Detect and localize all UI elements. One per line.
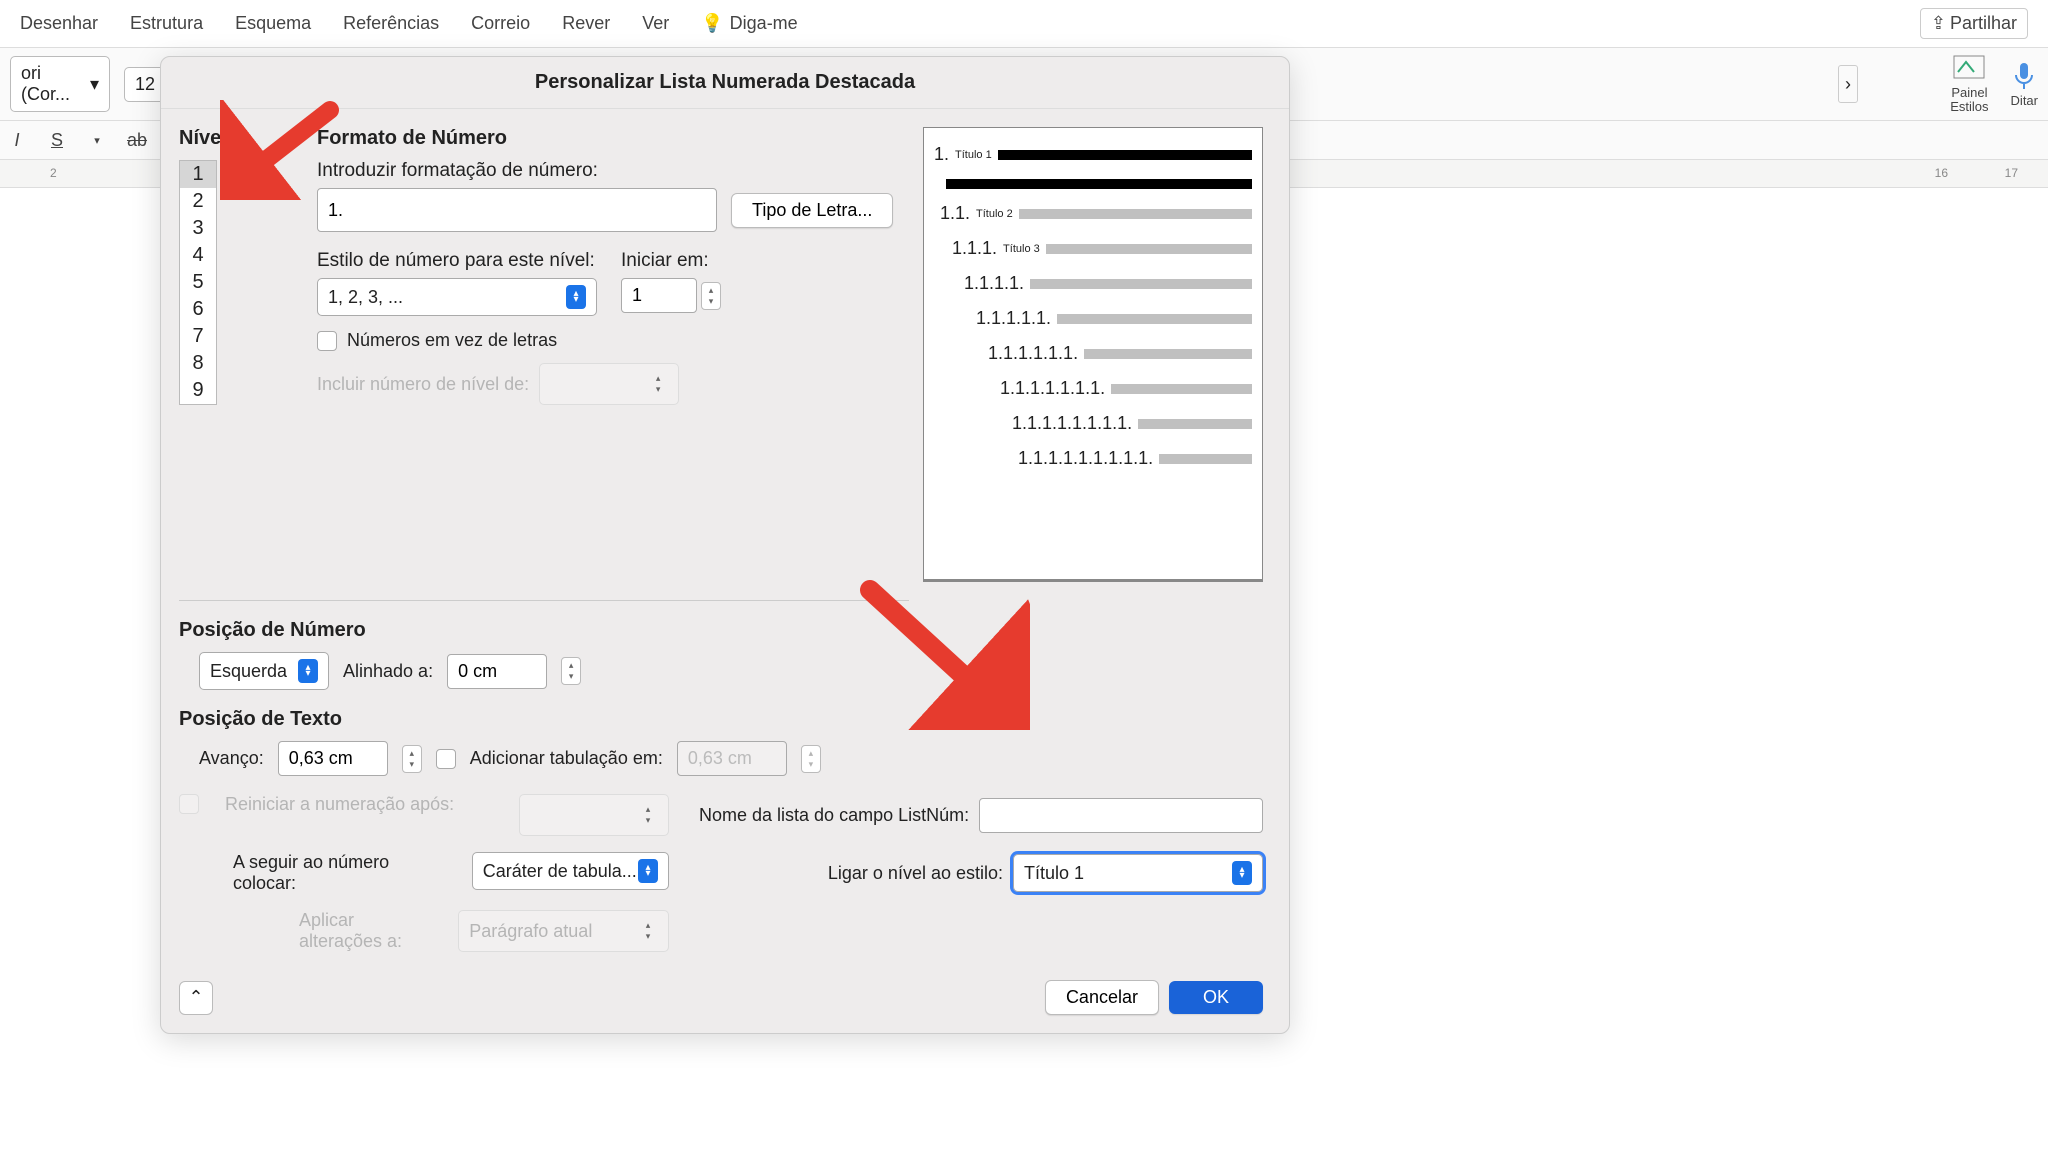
dialog-title: Personalizar Lista Numerada Destacada <box>161 57 1289 109</box>
aligned-at-label: Alinhado a: <box>343 661 433 682</box>
link-style-select[interactable]: Título 1 ▴▾ <box>1013 854 1263 892</box>
select-arrows-icon: ▴▾ <box>648 370 668 398</box>
style-label: Estilo de número para este nível: <box>317 250 597 272</box>
underline-button[interactable]: S <box>44 127 70 153</box>
stepper-arrows-icon: ▴▾ <box>801 745 821 773</box>
tab-at-input <box>677 741 787 776</box>
chevron-down-icon: ▾ <box>90 74 99 95</box>
restart-label: Reiniciar a numeração após: <box>225 794 454 815</box>
italic-button[interactable]: I <box>4 127 30 153</box>
menu-estrutura[interactable]: Estrutura <box>130 13 203 34</box>
alignment-select[interactable]: Esquerda ▴▾ <box>199 652 329 690</box>
include-level-label: Incluir número de nível de: <box>317 374 529 395</box>
indent-label: Avanço: <box>199 748 264 769</box>
restart-checkbox <box>179 794 199 814</box>
add-tab-label: Adicionar tabulação em: <box>470 748 663 769</box>
numbers-letters-checkbox[interactable] <box>317 331 337 351</box>
list-name-label: Nome da lista do campo ListNúm: <box>699 805 969 826</box>
level-heading: Nível <box>179 127 299 150</box>
ruler-tick: 17 <box>2005 166 2018 180</box>
start-label: Iniciar em: <box>621 250 721 272</box>
level-item-8[interactable]: 8 <box>180 350 216 377</box>
share-icon: ⇪ <box>1931 13 1946 34</box>
tell-me[interactable]: 💡 Diga-me <box>701 13 797 34</box>
select-arrows-icon: ▴▾ <box>566 285 586 309</box>
stepper-arrows-icon[interactable]: ▴▾ <box>402 745 422 773</box>
customize-list-dialog: Personalizar Lista Numerada Destacada Ní… <box>160 56 1290 1034</box>
menu-rever[interactable]: Rever <box>562 13 610 34</box>
number-style-select[interactable]: 1, 2, 3, ... ▴▾ <box>317 278 597 316</box>
number-position-heading: Posição de Número <box>179 619 1263 642</box>
menu-bar: Desenhar Estrutura Esquema Referências C… <box>0 0 2048 48</box>
menu-referencias[interactable]: Referências <box>343 13 439 34</box>
cancel-button[interactable]: Cancelar <box>1045 980 1159 1015</box>
lightbulb-icon: 💡 <box>701 13 723 34</box>
aligned-at-input[interactable] <box>447 654 547 689</box>
select-arrows-icon: ▴▾ <box>638 917 658 945</box>
menu-esquema[interactable]: Esquema <box>235 13 311 34</box>
apply-select: Parágrafo atual ▴▾ <box>458 910 669 952</box>
select-arrows-icon: ▴▾ <box>638 801 658 829</box>
add-tab-checkbox[interactable] <box>436 749 456 769</box>
ruler-tick: 2 <box>50 166 57 180</box>
apply-label: Aplicar alterações a: <box>299 910 440 952</box>
start-at-input[interactable] <box>621 278 697 313</box>
styles-icon <box>1952 54 1986 84</box>
font-dropdown[interactable]: ori (Cor...▾ <box>10 56 110 112</box>
level-item-1[interactable]: 1 <box>180 161 216 188</box>
menu-correio[interactable]: Correio <box>471 13 530 34</box>
text-position-heading: Posição de Texto <box>179 708 1263 731</box>
dictate-button[interactable]: Ditar <box>2011 61 2038 108</box>
font-button[interactable]: Tipo de Letra... <box>731 193 893 228</box>
level-item-7[interactable]: 7 <box>180 323 216 350</box>
include-level-select: ▴▾ <box>539 363 679 405</box>
level-item-3[interactable]: 3 <box>180 215 216 242</box>
number-format-input[interactable] <box>317 188 717 232</box>
format-heading: Formato de Número <box>317 127 905 150</box>
ok-button[interactable]: OK <box>1169 981 1263 1014</box>
level-item-9[interactable]: 9 <box>180 377 216 404</box>
stepper-arrows-icon[interactable]: ▴▾ <box>701 282 721 310</box>
collapse-button[interactable]: ⌃ <box>179 981 213 1015</box>
link-style-label: Ligar o nível ao estilo: <box>828 863 1003 884</box>
stepper-arrows-icon[interactable]: ▴▾ <box>561 657 581 685</box>
level-item-5[interactable]: 5 <box>180 269 216 296</box>
styles-panel-button[interactable]: Painel Estilos <box>1950 54 1988 114</box>
level-item-4[interactable]: 4 <box>180 242 216 269</box>
strikethrough-button[interactable]: ab <box>124 127 150 153</box>
enter-format-label: Introduzir formatação de número: <box>317 160 905 182</box>
select-arrows-icon: ▴▾ <box>298 659 318 683</box>
microphone-icon <box>2012 61 2036 91</box>
select-arrows-icon: ▴▾ <box>638 859 658 883</box>
level-list[interactable]: 1 2 3 4 5 6 7 8 9 <box>179 160 217 405</box>
menu-desenhar[interactable]: Desenhar <box>20 13 98 34</box>
chevron-down-icon[interactable]: ▾ <box>84 127 110 153</box>
follow-select[interactable]: Caráter de tabula... ▴▾ <box>472 852 669 890</box>
ruler-tick: 16 <box>1935 166 1948 180</box>
chevron-up-icon: ⌃ <box>188 987 203 1008</box>
numbers-letters-label: Números em vez de letras <box>347 330 557 351</box>
follow-label: A seguir ao número colocar: <box>233 852 454 894</box>
level-item-6[interactable]: 6 <box>180 296 216 323</box>
select-arrows-icon: ▴▾ <box>1232 861 1252 885</box>
restart-select: ▴▾ <box>519 794 669 836</box>
indent-input[interactable] <box>278 741 388 776</box>
share-button[interactable]: ⇪ Partilhar <box>1920 8 2028 39</box>
list-name-input[interactable] <box>979 798 1263 833</box>
preview-pane: 1.Título 11.1.Título 21.1.1.Título 31.1.… <box>923 127 1263 582</box>
ribbon-scroll-right[interactable]: › <box>1838 65 1858 103</box>
menu-ver[interactable]: Ver <box>642 13 669 34</box>
level-item-2[interactable]: 2 <box>180 188 216 215</box>
